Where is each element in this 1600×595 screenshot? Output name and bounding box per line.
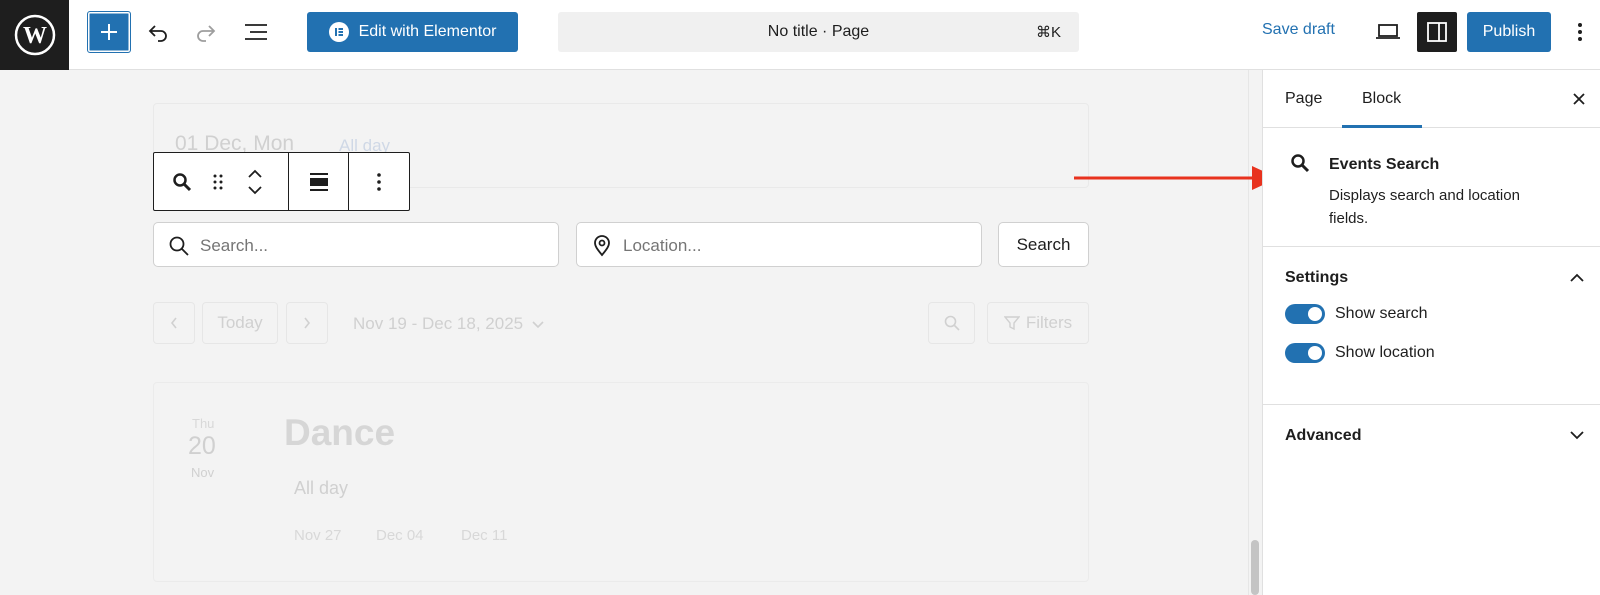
today-button[interactable]: Today: [202, 302, 278, 344]
drag-handle-icon: [213, 174, 223, 189]
chevron-up-icon: [1570, 273, 1584, 282]
sidebar-icon: [1427, 22, 1447, 42]
filter-icon: [1003, 316, 1020, 331]
block-name: Events Search: [1329, 156, 1440, 173]
today-label: Today: [217, 313, 263, 332]
advanced-panel: Advanced: [1263, 405, 1600, 465]
close-icon: [1573, 93, 1585, 105]
toggle-knob: [1308, 346, 1322, 360]
chevron-down-icon: [1570, 430, 1584, 439]
settings-sidebar: Page Block Events Search Displays search…: [1262, 70, 1600, 595]
date-range-label: Nov 19 - Dec 18, 2025: [353, 314, 524, 333]
elementor-icon: [328, 22, 349, 42]
tab-block[interactable]: Block: [1362, 90, 1401, 108]
elementor-button-label: Edit with Elementor: [358, 23, 497, 40]
show-search-label: Show search: [1335, 305, 1428, 322]
map-pin-icon: [594, 235, 610, 257]
event-occurrence[interactable]: Dec 04: [376, 527, 424, 544]
filters-label: Filters: [1025, 313, 1073, 332]
show-search-toggle[interactable]: [1285, 304, 1325, 324]
event-title[interactable]: Dance: [284, 412, 395, 454]
save-draft-button[interactable]: Save draft: [1262, 21, 1335, 39]
show-location-toggle[interactable]: [1285, 343, 1325, 363]
vertical-ellipsis-icon: [1578, 23, 1582, 41]
advanced-panel-expand[interactable]: [1567, 425, 1587, 445]
wordpress-icon: W: [14, 14, 55, 56]
command-shortcut: ⌘K: [1035, 24, 1061, 41]
chevron-right-icon: [304, 317, 311, 329]
publish-button[interactable]: Publish: [1467, 12, 1551, 52]
move-up-icon[interactable]: [247, 169, 263, 178]
sidebar-tabs: Page Block: [1263, 70, 1600, 128]
search-toggle-button[interactable]: [928, 302, 975, 344]
move-buttons: [238, 153, 272, 210]
show-location-row: Show location: [1285, 342, 1435, 364]
block-type-button[interactable]: [160, 153, 204, 210]
list-view-button[interactable]: [238, 14, 274, 50]
block-card: Events Search Displays search and locati…: [1263, 128, 1600, 247]
toggle-knob: [1308, 307, 1322, 321]
search-icon: [1291, 154, 1310, 173]
search-icon: [944, 315, 960, 331]
show-location-label: Show location: [1335, 344, 1435, 361]
settings-panel-toggle[interactable]: Settings: [1285, 269, 1348, 287]
search-icon: [169, 236, 189, 256]
more-options-button[interactable]: [1566, 14, 1594, 50]
location-input[interactable]: Location...: [576, 222, 982, 267]
canvas-scrollbar-thumb[interactable]: [1251, 540, 1259, 595]
close-sidebar-button[interactable]: [1568, 88, 1590, 110]
plus-icon: [101, 24, 117, 40]
undo-button[interactable]: [140, 14, 176, 50]
search-placeholder: Search...: [200, 236, 269, 255]
event-time: All day: [294, 478, 349, 498]
block-options-button[interactable]: [349, 153, 409, 210]
redo-button[interactable]: [188, 14, 224, 50]
prev-period-button[interactable]: [153, 302, 195, 344]
location-placeholder: Location...: [623, 236, 702, 255]
wordpress-logo-button[interactable]: W: [0, 0, 69, 70]
redo-icon: [197, 25, 216, 42]
edit-with-elementor-button[interactable]: Edit with Elementor: [307, 12, 518, 52]
settings-sidebar-toggle[interactable]: [1417, 12, 1457, 52]
align-button[interactable]: [289, 153, 348, 210]
event-occurrence[interactable]: Nov 27: [294, 527, 342, 544]
canvas-scrollbar[interactable]: [1248, 70, 1262, 595]
next-period-button[interactable]: [286, 302, 328, 344]
filters-button[interactable]: Filters: [987, 302, 1089, 344]
show-search-row: Show search: [1285, 303, 1428, 325]
block-description: Displays search and location fields.: [1329, 187, 1520, 227]
editor-header: W Edit with Elementor No title · Page ⌘K…: [0, 0, 1600, 70]
add-block-button[interactable]: [87, 11, 131, 53]
search-input[interactable]: Search...: [153, 222, 559, 267]
list-view-icon: [245, 24, 267, 40]
command-palette-bar[interactable]: No title · Page ⌘K: [558, 12, 1079, 52]
search-icon: [173, 172, 192, 191]
settings-panel-collapse[interactable]: [1567, 267, 1587, 287]
undo-icon: [148, 25, 167, 42]
preview-button[interactable]: [1370, 14, 1406, 50]
desktop-preview-icon: [1376, 24, 1400, 39]
event-weekday: Thu: [192, 416, 215, 431]
date-range-selector[interactable]: Nov 19 - Dec 18, 2025: [353, 314, 544, 334]
chevron-left-icon: [170, 317, 177, 329]
event-occurrence[interactable]: Dec 11: [461, 527, 507, 544]
settings-panel: Settings Show search Show location: [1263, 247, 1600, 405]
drag-handle[interactable]: [206, 153, 230, 210]
advanced-panel-toggle[interactable]: Advanced: [1285, 427, 1361, 445]
event-month: Nov: [191, 465, 215, 480]
event-day: 20: [188, 432, 216, 460]
block-toolbar: [153, 152, 410, 211]
tab-page[interactable]: Page: [1285, 90, 1322, 108]
svg-text:W: W: [23, 23, 47, 49]
document-title: No title · Page: [767, 23, 870, 40]
align-icon: [309, 172, 328, 191]
annotation-arrow: [1074, 166, 1278, 190]
more-options-icon: [377, 172, 381, 191]
chevron-down-icon: [532, 321, 544, 329]
move-down-icon[interactable]: [247, 185, 263, 195]
search-button[interactable]: Search: [998, 222, 1089, 267]
